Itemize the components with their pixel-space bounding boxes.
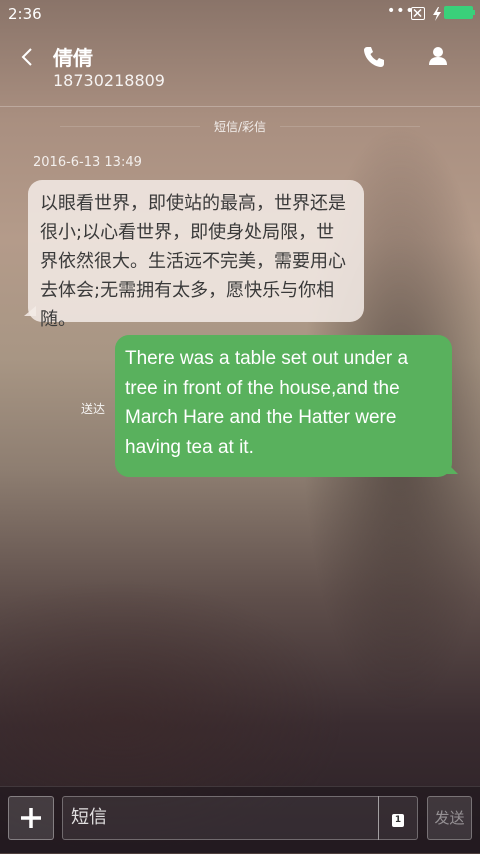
contact-details-button[interactable]: [424, 43, 452, 71]
person-icon: [429, 47, 447, 65]
delivery-status: 送达: [81, 402, 106, 416]
send-button[interactable]: 发送: [427, 796, 472, 840]
contact-name: 倩倩: [53, 46, 93, 70]
message-timestamp: 2016-6-13 13:49: [33, 155, 142, 170]
contact-number: 18730218809: [53, 71, 165, 90]
message-input[interactable]: 短信: [62, 796, 379, 840]
chevron-left-icon: [21, 48, 32, 66]
message-type-label: 短信/彩信: [213, 120, 267, 134]
header-divider: [0, 106, 480, 107]
battery-tip: [473, 10, 475, 15]
incoming-message-bubble[interactable]: 以眼看世界，即使站的最高，世界还是很小;以心看世界，即使身处局限，世界依然很大。…: [28, 180, 364, 330]
status-time: 2:36: [8, 5, 42, 23]
add-attachment-button[interactable]: [8, 796, 54, 840]
charging-icon: [432, 6, 442, 25]
outgoing-message-bubble[interactable]: There was a table set out under a tree i…: [115, 335, 452, 477]
no-sim-icon: [411, 7, 425, 20]
call-button[interactable]: [360, 43, 388, 71]
plus-icon: [21, 808, 41, 828]
sim-card-icon: 1: [392, 814, 404, 827]
phone-icon: [364, 47, 384, 67]
battery-icon: [444, 6, 473, 19]
back-button[interactable]: [14, 44, 42, 72]
